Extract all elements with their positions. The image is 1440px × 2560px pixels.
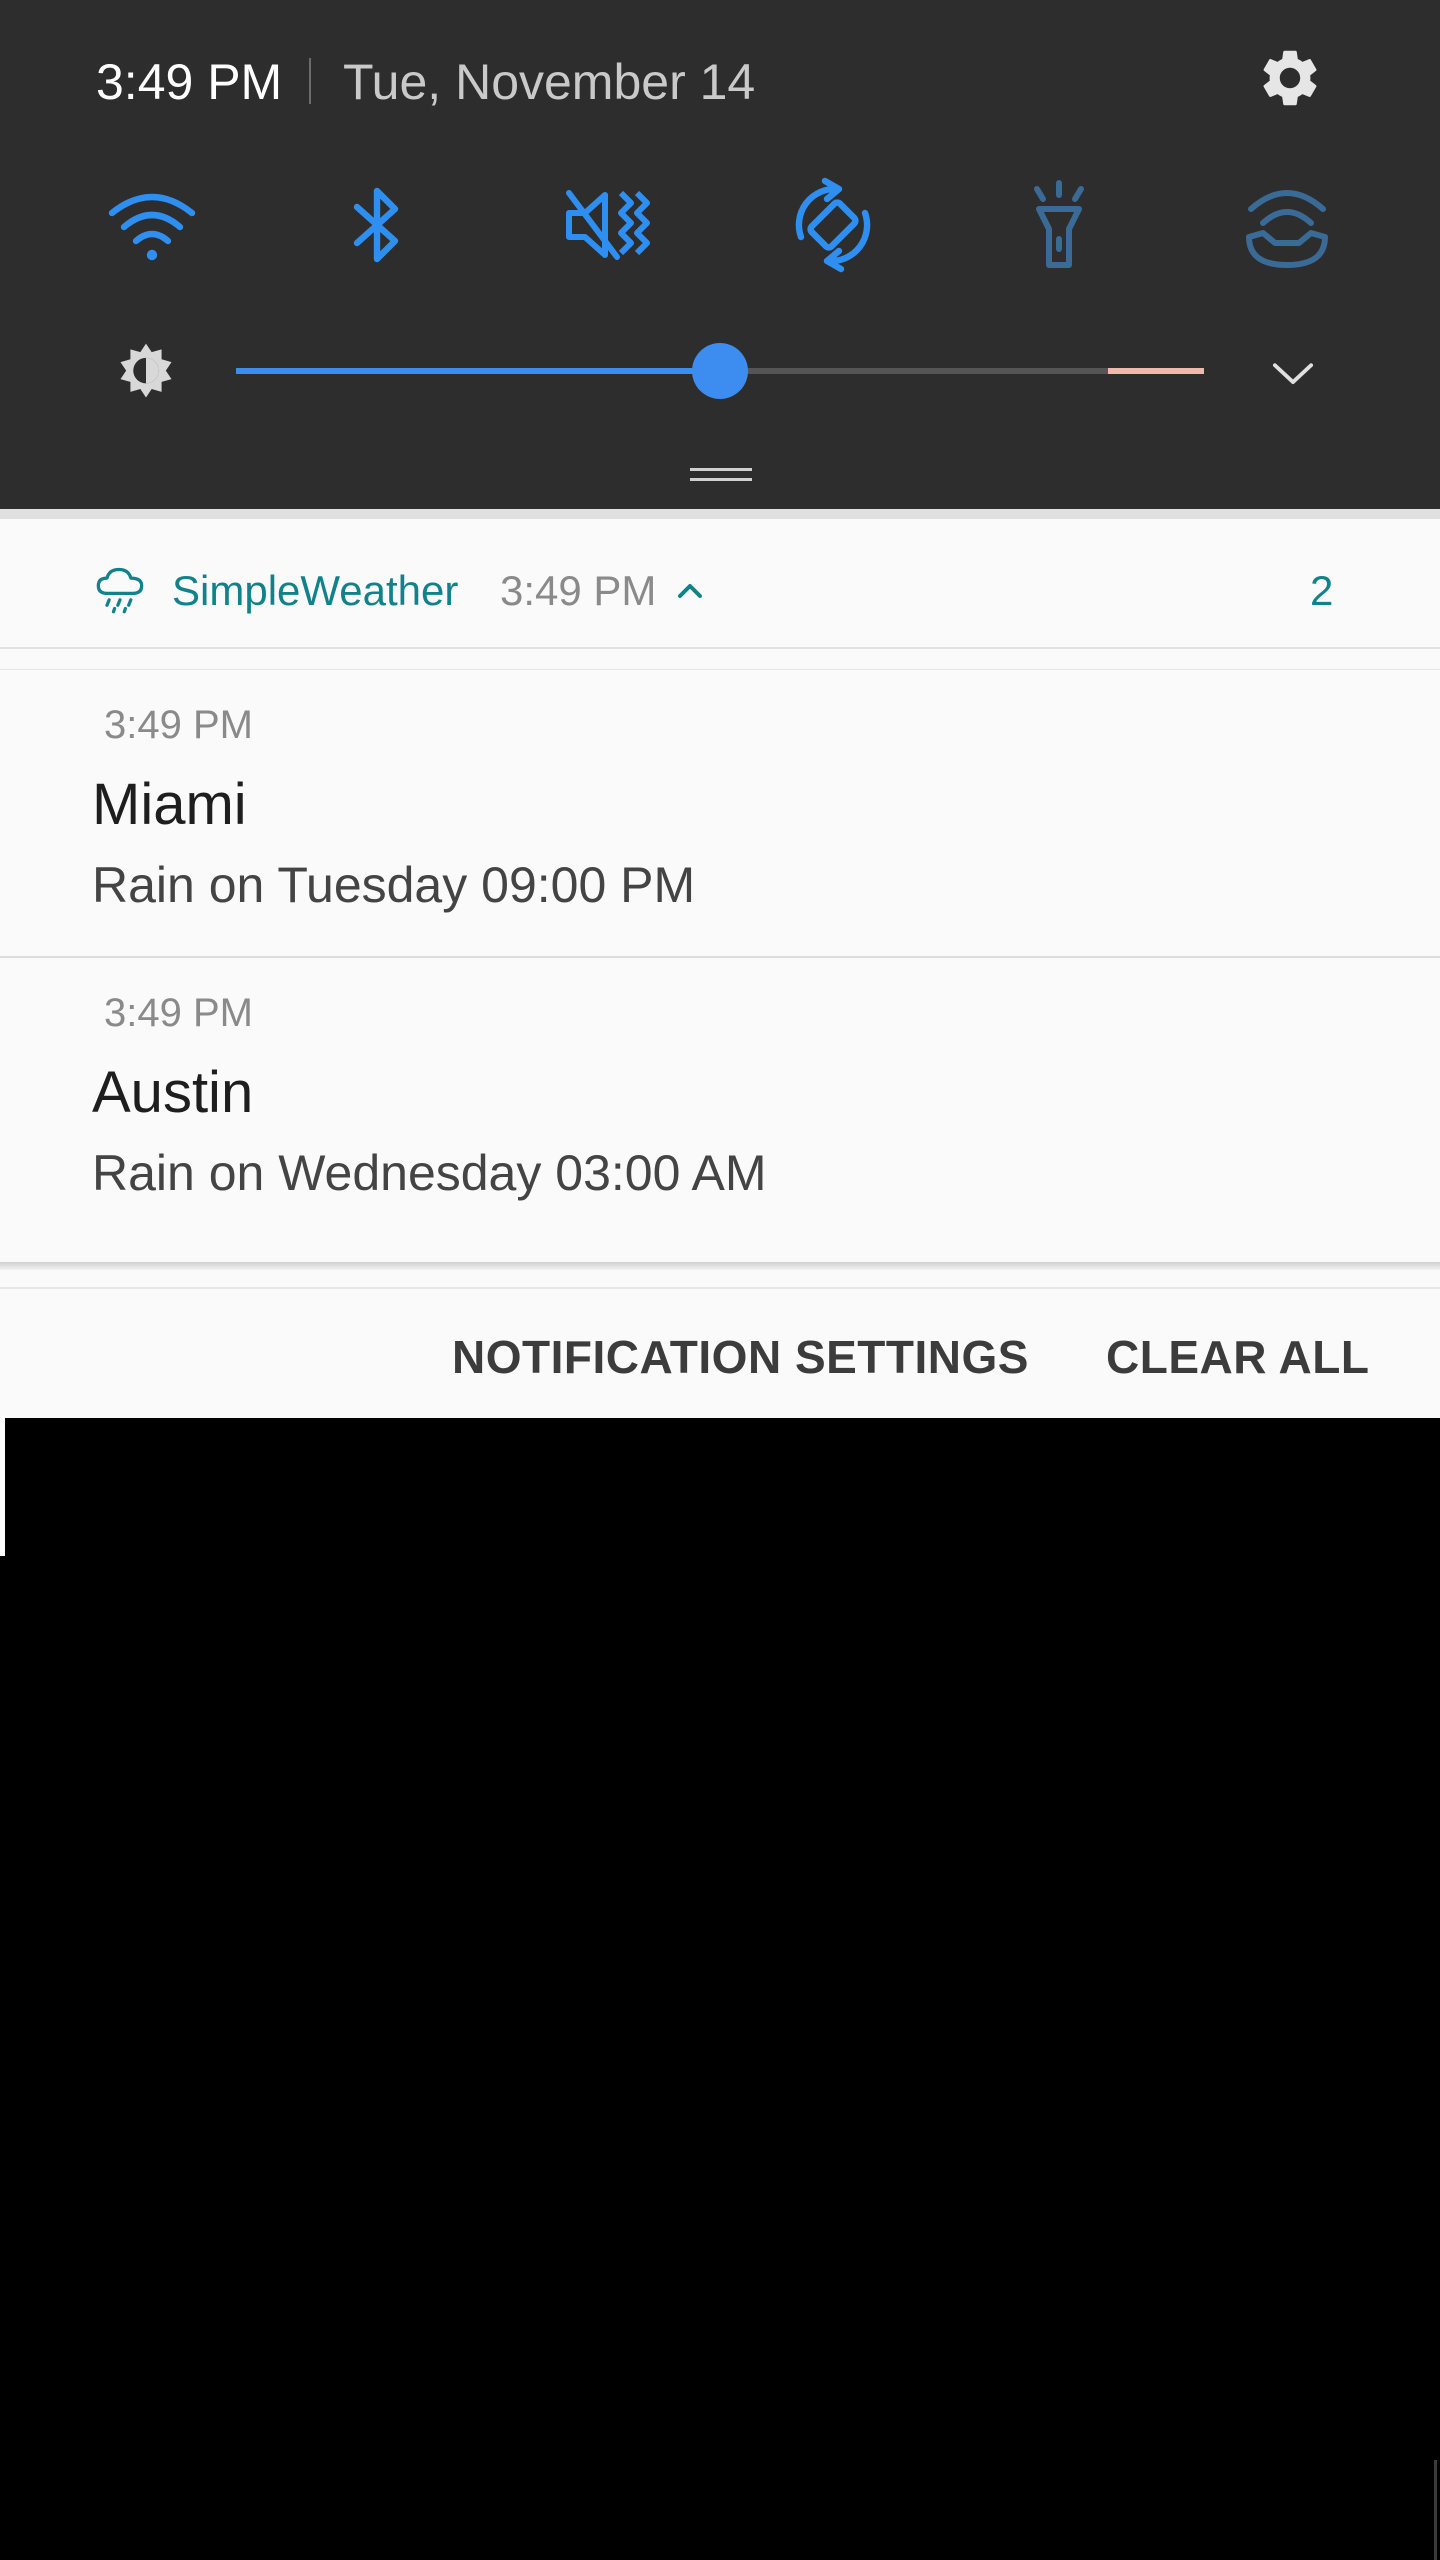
flashlight-icon xyxy=(1034,180,1084,268)
clear-all-button[interactable]: CLEAR ALL xyxy=(1106,1329,1369,1385)
group-time: 3:49 PM xyxy=(500,567,657,614)
wifi-icon xyxy=(108,193,196,261)
status-date: Tue, November 14 xyxy=(343,54,756,110)
notification-item-austin[interactable]: 3:49 PM Austin Rain on Wednesday 03:00 A… xyxy=(0,956,1440,1264)
hotspot-toggle[interactable] xyxy=(1232,170,1342,280)
time-date-divider xyxy=(309,58,311,104)
vibrate-mute-icon xyxy=(566,190,650,260)
notification-panel: SimpleWeather 3:49 PM 2 3:49 PM Miami Ra… xyxy=(0,509,1440,1418)
notification-actions-bar: NOTIFICATION SETTINGS CLEAR ALL xyxy=(0,1287,1440,1418)
quick-settings-header: 3:49 PM Tue, November 14 xyxy=(0,0,1440,160)
weather-rain-icon xyxy=(94,563,146,615)
notification-text: Rain on Tuesday 09:00 PM xyxy=(92,857,696,913)
left-edge-strip xyxy=(0,1416,5,1556)
notification-settings-button[interactable]: NOTIFICATION SETTINGS xyxy=(452,1329,1029,1385)
quick-settings-panel: 3:49 PM Tue, November 14 xyxy=(0,0,1440,509)
app-name: SimpleWeather xyxy=(172,567,459,614)
sound-toggle[interactable] xyxy=(550,170,660,280)
status-time: 3:49 PM xyxy=(96,54,283,110)
expand-chevron-down-icon[interactable] xyxy=(1262,342,1324,404)
bluetooth-toggle[interactable] xyxy=(322,170,432,280)
notification-text: Rain on Wednesday 03:00 AM xyxy=(92,1145,767,1201)
panel-drag-handle[interactable] xyxy=(690,468,752,482)
notification-group-header[interactable]: SimpleWeather 3:49 PM 2 xyxy=(0,519,1440,649)
flashlight-toggle[interactable] xyxy=(1004,170,1114,280)
notification-time: 3:49 PM xyxy=(104,991,253,1035)
brightness-slider[interactable] xyxy=(236,343,1204,399)
brightness-slider-fill xyxy=(236,368,720,374)
settings-gear-icon[interactable] xyxy=(1256,44,1324,112)
collapse-chevron-up-icon[interactable] xyxy=(672,573,708,609)
notification-title: Austin xyxy=(92,1060,254,1125)
brightness-high-zone xyxy=(1108,368,1204,374)
quick-toggles-row xyxy=(0,170,1440,280)
notification-count-badge: 2 xyxy=(1310,567,1334,614)
right-edge-strip xyxy=(1434,2460,1437,2560)
bluetooth-icon xyxy=(353,187,399,263)
brightness-slider-thumb[interactable] xyxy=(692,343,748,399)
notification-item-miami[interactable]: 3:49 PM Miami Rain on Tuesday 09:00 PM xyxy=(0,669,1440,976)
notification-time: 3:49 PM xyxy=(104,703,253,747)
notifications-bottom-shadow xyxy=(0,1262,1440,1270)
rotate-icon xyxy=(795,177,871,273)
panel-top-edge xyxy=(0,509,1440,519)
wifi-toggle[interactable] xyxy=(97,170,207,280)
brightness-row xyxy=(0,330,1440,410)
notification-title: Miami xyxy=(92,772,247,837)
brightness-icon xyxy=(112,338,180,406)
hotspot-icon xyxy=(1246,190,1328,268)
auto-rotate-toggle[interactable] xyxy=(778,170,888,280)
